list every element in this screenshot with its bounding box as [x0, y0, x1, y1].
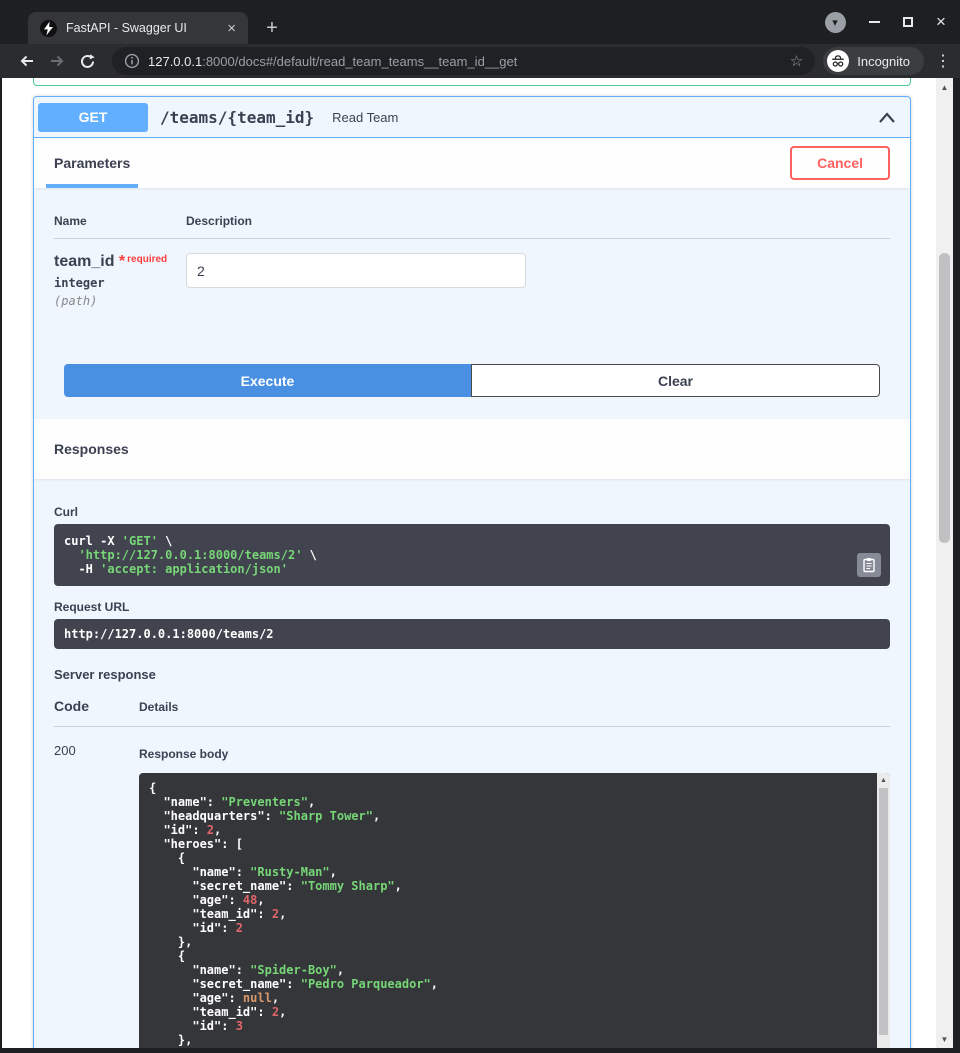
tab-title: FastAPI - Swagger UI [66, 21, 223, 35]
parameter-type: integer [54, 276, 186, 290]
required-asterisk: * [119, 253, 125, 270]
page-scroll-down-icon[interactable]: ▼ [936, 1032, 953, 1046]
parameter-name-cell: team_id *required integer (path) [54, 253, 186, 308]
parameters-header: Parameters Cancel [34, 138, 910, 188]
minimize-icon [869, 21, 880, 23]
previous-opblock-partial [33, 78, 911, 86]
parameter-location: (path) [54, 294, 186, 308]
method-badge: GET [38, 103, 148, 132]
tab-search-button[interactable]: ▾ [822, 0, 848, 44]
request-url-label: Request URL [54, 600, 890, 614]
tab-strip: FastAPI - Swagger UI × + ▾ × [0, 0, 960, 44]
window-edge-right [953, 78, 960, 1053]
opblock-summary[interactable]: GET /teams/{team_id} Read Team [34, 97, 910, 138]
cancel-button[interactable]: Cancel [790, 146, 890, 180]
responses-header: Responses [34, 419, 910, 479]
team-id-input[interactable] [186, 253, 526, 288]
scroll-up-icon[interactable]: ▲ [877, 773, 890, 787]
incognito-icon [827, 50, 849, 72]
browser-tab[interactable]: FastAPI - Swagger UI × [28, 12, 248, 44]
url-bar[interactable]: 127.0.0.1:8000/docs#/default/read_team_t… [112, 47, 815, 75]
maximize-icon [903, 17, 913, 27]
parameter-row: team_id *required integer (path) [54, 239, 890, 308]
page-scrollbar-thumb[interactable] [939, 253, 950, 543]
browser-menu-button[interactable]: ⋮ [930, 51, 956, 71]
response-body-label: Response body [139, 747, 890, 761]
maximize-button[interactable] [896, 0, 920, 44]
back-button[interactable] [12, 47, 42, 75]
opblock-get-teams: GET /teams/{team_id} Read Team Parameter… [33, 96, 911, 1053]
browser-toolbar: 127.0.0.1:8000/docs#/default/read_team_t… [0, 44, 960, 78]
incognito-label: Incognito [857, 54, 910, 69]
response-body-block: { "name": "Preventers", "headquarters": … [139, 773, 890, 1053]
caret-down-icon: ▾ [825, 12, 846, 33]
responses-body: Curl curl -X 'GET' \ 'http://127.0.0.1:8… [34, 479, 910, 1053]
response-scrollbar-thumb[interactable] [879, 788, 888, 1035]
window-edge-left [0, 78, 2, 1053]
response-row: 200 Response body { "name": "Preventers"… [54, 727, 890, 1053]
bookmark-star-icon[interactable]: ☆ [788, 52, 805, 70]
tab-parameters[interactable]: Parameters [54, 138, 130, 188]
collapse-button[interactable] [878, 112, 896, 123]
incognito-badge: Incognito [823, 47, 924, 75]
window-close-button[interactable]: × [928, 0, 954, 44]
reload-button[interactable] [72, 47, 102, 75]
request-url-value: http://127.0.0.1:8000/teams/2 [64, 627, 880, 641]
column-details: Details [139, 700, 890, 714]
curl-label: Curl [54, 505, 890, 519]
swagger-page: GET /teams/{team_id} Read Team Parameter… [0, 78, 960, 1053]
url-path: :8000/docs#/default/read_team_teams__tea… [202, 54, 517, 69]
reload-icon [79, 53, 96, 70]
response-body-json: { "name": "Preventers", "headquarters": … [149, 781, 864, 1053]
parameter-name: team_id *required [54, 253, 186, 271]
curl-command-block: curl -X 'GET' \ 'http://127.0.0.1:8000/t… [54, 524, 890, 586]
required-label: required [127, 254, 167, 265]
new-tab-button[interactable]: + [258, 14, 286, 42]
request-url-block: http://127.0.0.1:8000/teams/2 [54, 619, 890, 649]
column-description: Description [186, 214, 890, 228]
column-name: Name [54, 214, 186, 228]
copy-to-clipboard-button[interactable] [857, 553, 881, 577]
window-edge-bottom [0, 1048, 960, 1053]
responses-title: Responses [54, 441, 129, 457]
server-response-label: Server response [54, 667, 890, 682]
tab-close-icon[interactable]: × [223, 20, 240, 37]
browser-window: FastAPI - Swagger UI × + ▾ × [0, 0, 960, 1053]
parameters-body: Name Description team_id *required integ… [34, 188, 910, 397]
chevron-up-icon [878, 112, 896, 123]
parameters-tab-label: Parameters [54, 155, 130, 171]
clear-button[interactable]: Clear [471, 364, 880, 397]
response-scrollbar[interactable]: ▲ [877, 773, 890, 1053]
endpoint-path: /teams/{team_id} [160, 108, 314, 127]
clipboard-icon [862, 557, 876, 573]
parameters-table-header: Name Description [54, 214, 890, 239]
response-table-header: Code Details [54, 698, 890, 727]
execute-button[interactable]: Execute [64, 364, 471, 397]
url-host: 127.0.0.1 [148, 54, 202, 69]
forward-button[interactable] [42, 47, 72, 75]
info-icon [124, 53, 140, 69]
status-code: 200 [54, 743, 139, 1053]
url-text: 127.0.0.1:8000/docs#/default/read_team_t… [148, 54, 788, 69]
response-details-cell: Response body { "name": "Preventers", "h… [139, 743, 890, 1053]
back-arrow-icon [18, 52, 36, 70]
execute-clear-group: Execute Clear [64, 364, 880, 397]
forward-arrow-icon [48, 52, 66, 70]
page-scrollbar[interactable]: ▲ ▼ [936, 78, 953, 1048]
fastapi-favicon-icon [40, 20, 57, 37]
minimize-button[interactable] [862, 0, 886, 44]
page-scroll-up-icon[interactable]: ▲ [936, 80, 953, 94]
column-code: Code [54, 698, 139, 714]
endpoint-summary: Read Team [332, 110, 398, 125]
parameter-value-cell [186, 253, 890, 308]
curl-command-text: curl -X 'GET' \ 'http://127.0.0.1:8000/t… [64, 534, 880, 576]
